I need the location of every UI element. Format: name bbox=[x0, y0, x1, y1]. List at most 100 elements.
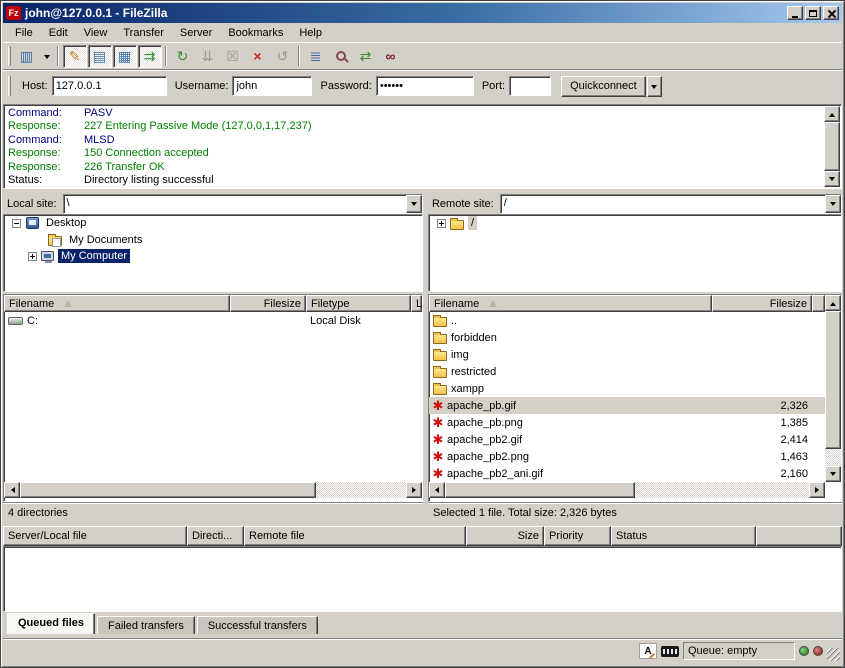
remote-site-combo[interactable]: / bbox=[500, 194, 842, 214]
scroll-down-button[interactable] bbox=[824, 171, 840, 187]
tree-item-desktop[interactable]: Desktop bbox=[4, 215, 422, 232]
quickconnect-dropdown-button[interactable] bbox=[647, 76, 662, 97]
password-input[interactable] bbox=[376, 76, 474, 96]
filter-button[interactable]: ≣ bbox=[304, 45, 328, 68]
local-site-combo[interactable]: \ bbox=[63, 194, 423, 214]
toggle-remote-tree-button[interactable]: ▦ bbox=[113, 45, 137, 68]
scroll-thumb[interactable] bbox=[445, 482, 635, 498]
disconnect-button[interactable]: × bbox=[246, 45, 270, 68]
remote-row[interactable]: ✱apache_pb2.gif 2,414 bbox=[429, 431, 825, 448]
column-header-filetype[interactable]: Filetype bbox=[306, 295, 411, 312]
column-header-last-modified[interactable]: L bbox=[411, 295, 422, 312]
expand-icon[interactable] bbox=[437, 219, 446, 228]
directory-comparison-button[interactable] bbox=[329, 45, 353, 68]
column-header-direction[interactable]: Directi... bbox=[187, 526, 244, 546]
menu-help[interactable]: Help bbox=[291, 25, 330, 41]
local-site-dropdown-button[interactable] bbox=[406, 195, 422, 213]
menu-view[interactable]: View bbox=[76, 25, 116, 41]
column-header-size[interactable]: Size bbox=[466, 526, 544, 546]
folder-icon bbox=[433, 385, 447, 395]
column-header-filesize[interactable]: Filesize bbox=[712, 295, 812, 312]
remote-row[interactable]: forbidden bbox=[429, 329, 825, 346]
tab-failed-transfers[interactable]: Failed transfers bbox=[97, 616, 195, 634]
column-header-filename[interactable]: Filename bbox=[429, 295, 712, 312]
reconnect-button[interactable]: ↺ bbox=[271, 45, 295, 68]
local-pane: Local site: \ Desktop My Documents bbox=[3, 193, 423, 522]
resize-grip[interactable] bbox=[827, 648, 840, 661]
scroll-thumb[interactable] bbox=[824, 122, 840, 171]
remote-row[interactable]: ✱apache_pb2_ani.gif 2,160 bbox=[429, 465, 825, 482]
remote-site-dropdown-button[interactable] bbox=[825, 195, 841, 213]
local-horizontal-scrollbar[interactable] bbox=[4, 482, 422, 498]
process-queue-button[interactable]: ⇊ bbox=[196, 45, 220, 68]
remote-pane: Remote site: / / Filename Filesize bbox=[428, 193, 842, 522]
toggle-message-log-button[interactable]: ✎ bbox=[63, 45, 87, 68]
column-header-remote-file[interactable]: Remote file bbox=[244, 526, 466, 546]
port-input[interactable] bbox=[509, 76, 551, 96]
arrow-left-icon bbox=[8, 487, 15, 493]
scroll-left-button[interactable] bbox=[4, 482, 20, 498]
refresh-button[interactable]: ↻ bbox=[171, 45, 195, 68]
close-button[interactable] bbox=[823, 6, 839, 20]
quickbar-grip[interactable] bbox=[8, 76, 11, 96]
minimize-button[interactable] bbox=[787, 6, 803, 20]
menu-file[interactable]: File bbox=[7, 25, 41, 41]
scroll-down-button[interactable] bbox=[825, 466, 841, 482]
username-input[interactable] bbox=[232, 76, 312, 96]
expand-icon[interactable] bbox=[28, 252, 37, 261]
toolbar-grip[interactable] bbox=[8, 46, 11, 66]
toggle-local-tree-button[interactable]: ▤ bbox=[88, 45, 112, 68]
synchronized-browsing-button[interactable]: ⇄ bbox=[354, 45, 378, 68]
scroll-thumb[interactable] bbox=[20, 482, 316, 498]
filter-icon: ≣ bbox=[310, 49, 322, 63]
folder-icon bbox=[433, 368, 447, 378]
remote-row[interactable]: .. bbox=[429, 312, 825, 329]
remote-vertical-scrollbar[interactable] bbox=[825, 295, 841, 482]
cancel-operation-button[interactable]: ☒ bbox=[221, 45, 245, 68]
column-header-server-local-file[interactable]: Server/Local file bbox=[3, 526, 187, 546]
tree-item-root[interactable]: / bbox=[429, 215, 841, 232]
remote-row[interactable]: xampp bbox=[429, 380, 825, 397]
message-log-icon: ✎ bbox=[69, 49, 81, 63]
scroll-left-button[interactable] bbox=[429, 482, 445, 498]
remote-row[interactable]: img bbox=[429, 346, 825, 363]
scroll-thumb[interactable] bbox=[825, 311, 841, 449]
column-header-filename[interactable]: Filename bbox=[4, 295, 230, 312]
column-header-priority[interactable]: Priority bbox=[544, 526, 611, 546]
menu-bookmarks[interactable]: Bookmarks bbox=[220, 25, 291, 41]
local-row-c-drive[interactable]: C: Local Disk bbox=[4, 312, 422, 329]
menu-server[interactable]: Server bbox=[172, 25, 220, 41]
tree-item-my-documents[interactable]: My Documents bbox=[4, 232, 422, 249]
log-line: Command:MLSD bbox=[8, 134, 821, 147]
remote-row[interactable]: ✱apache_pb.png 1,385 bbox=[429, 414, 825, 431]
scroll-up-button[interactable] bbox=[825, 295, 841, 311]
port-label: Port: bbox=[482, 80, 505, 92]
tab-successful-transfers[interactable]: Successful transfers bbox=[197, 616, 318, 634]
site-manager-button[interactable]: ▥ bbox=[15, 45, 39, 68]
menu-transfer[interactable]: Transfer bbox=[115, 25, 172, 41]
remote-row[interactable]: ✱apache_pb2.png 1,463 bbox=[429, 448, 825, 465]
remote-row[interactable]: restricted bbox=[429, 363, 825, 380]
menu-edit[interactable]: Edit bbox=[41, 25, 76, 41]
quickconnect-button[interactable]: Quickconnect bbox=[561, 76, 646, 97]
column-header-status[interactable]: Status bbox=[611, 526, 756, 546]
toggle-queue-button[interactable]: ⇉ bbox=[138, 45, 162, 68]
my-documents-icon bbox=[48, 236, 62, 246]
tab-queued-files[interactable]: Queued files bbox=[7, 613, 95, 634]
queue-icon: ⇉ bbox=[144, 49, 156, 63]
log-scrollbar[interactable] bbox=[824, 106, 840, 187]
maximize-button[interactable] bbox=[805, 6, 821, 20]
host-input[interactable] bbox=[52, 76, 167, 96]
site-manager-dropdown-button[interactable] bbox=[40, 45, 54, 68]
scroll-right-button[interactable] bbox=[809, 482, 825, 498]
scroll-right-button[interactable] bbox=[406, 482, 422, 498]
find-files-button[interactable]: ∞ bbox=[379, 45, 403, 68]
remote-horizontal-scrollbar[interactable] bbox=[429, 482, 825, 498]
column-header-filesize[interactable]: Filesize bbox=[230, 295, 306, 312]
tree-item-my-computer[interactable]: My Computer bbox=[4, 248, 422, 265]
remote-row-selected[interactable]: ✱apache_pb.gif 2,326 bbox=[429, 397, 825, 414]
local-status-line: 4 directories bbox=[3, 502, 423, 522]
scroll-up-button[interactable] bbox=[824, 106, 840, 122]
title-bar[interactable]: Fz john@127.0.0.1 - FileZilla bbox=[3, 3, 842, 23]
collapse-icon[interactable] bbox=[12, 219, 21, 228]
